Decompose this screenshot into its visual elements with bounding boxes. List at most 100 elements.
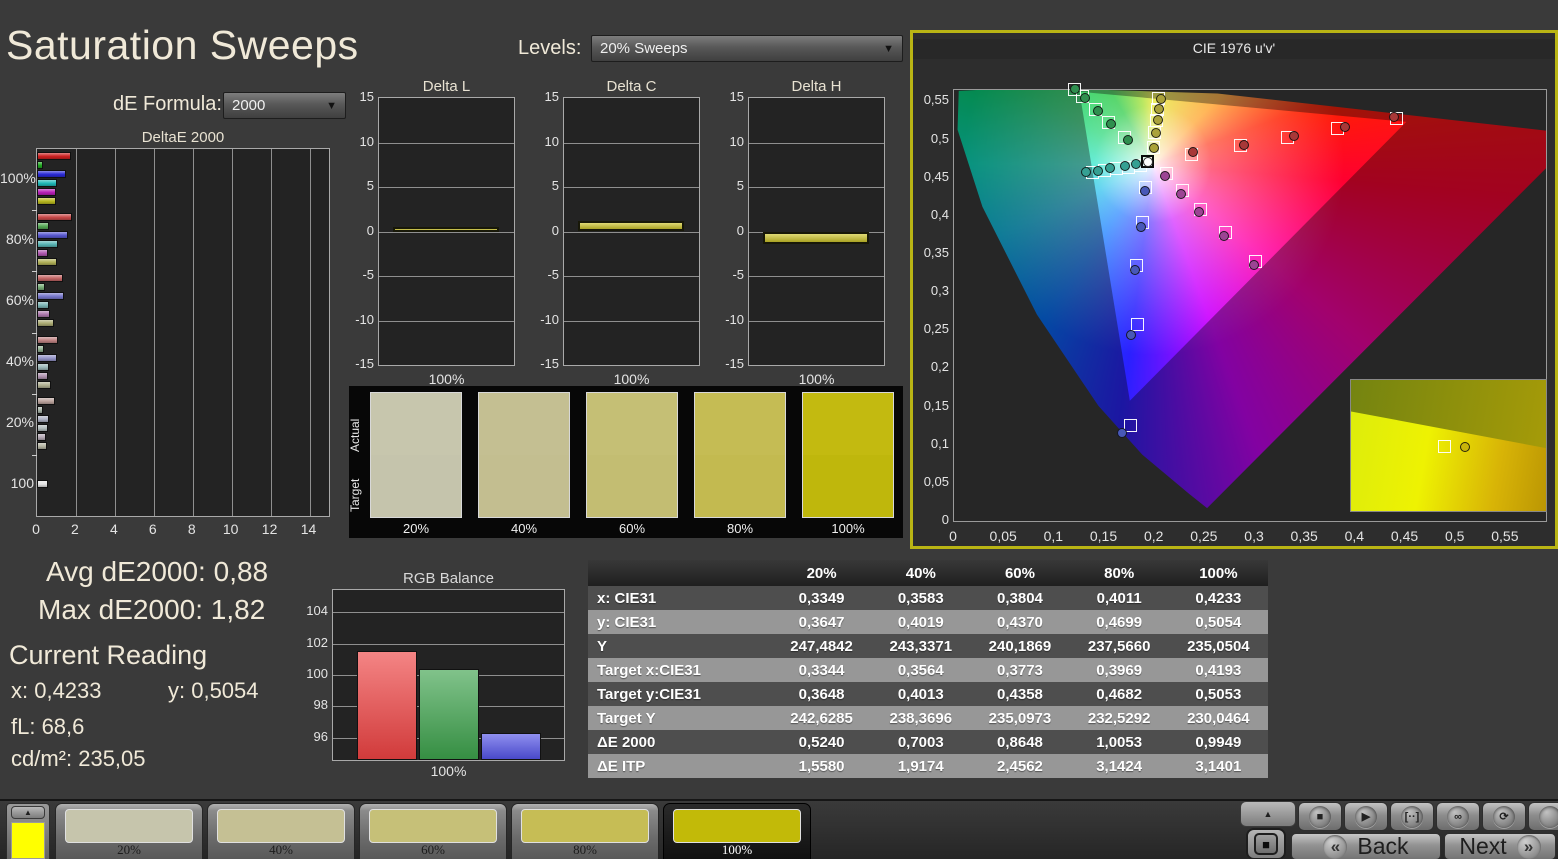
deltae-bar-blue (37, 414, 49, 423)
cie-y-tick-label: 0,1 (930, 435, 949, 451)
table-value-cell: 0,3773 (970, 658, 1070, 682)
table-value-cell: 0,7003 (871, 730, 971, 754)
target-row-label: Target (348, 478, 362, 512)
group-label: 80% (5, 230, 34, 247)
loop-button[interactable]: ⟳ (1482, 802, 1526, 831)
deltae-bar-blue (37, 353, 58, 362)
y-tick-label: -10 (725, 311, 744, 327)
y-tick-label: 15 (359, 89, 374, 104)
table-row-label: Target Y (588, 706, 772, 730)
cie-measured-marker-blue (1125, 329, 1136, 340)
gridline (153, 149, 155, 516)
y-tick-label: 0 (736, 222, 744, 238)
next-button[interactable]: Next » (1444, 833, 1556, 859)
cie-measured-marker-magenta (1159, 171, 1170, 182)
cie-y-tick-label: 0,45 (923, 168, 949, 184)
de-formula-dropdown[interactable]: 2000 ▼ (223, 92, 346, 119)
level-button-80%[interactable]: 80% (511, 803, 659, 859)
levels-dropdown[interactable]: 20% Sweeps ▼ (591, 35, 903, 62)
collapse-up-button[interactable]: ▲ (11, 806, 45, 819)
gridline (379, 142, 514, 144)
cie-measured-marker-blue (1129, 265, 1140, 276)
back-button-label: Back (1357, 833, 1409, 859)
cie-x-tick-label: 0 (949, 528, 957, 544)
table-value-cell: 237,5660 (1069, 634, 1169, 658)
table-value-cell: 1,0053 (1069, 730, 1169, 754)
level-button-label: 100% (721, 842, 753, 857)
up-arrow-icon: ▲ (1263, 809, 1273, 819)
delta-chart-plot (563, 97, 700, 366)
level-button-100%[interactable]: 100% (663, 803, 811, 859)
y-tick-label: 0 (366, 222, 374, 238)
y-tick-label: 15 (729, 89, 744, 104)
table-value-cell: 0,3804 (970, 586, 1070, 610)
big-stop-button[interactable]: ■ (1246, 828, 1286, 859)
next-arrow-icon: » (1516, 834, 1541, 859)
cie-x-tick-label: 0,55 (1491, 528, 1519, 544)
play-button[interactable]: ▶ (1344, 802, 1388, 831)
deltae-bar-red (37, 335, 59, 344)
de-formula-value: 2000 (232, 97, 266, 114)
gridline (564, 320, 699, 322)
delta-chart-title: Delta C (606, 78, 657, 95)
deltae-bar-cyan (37, 423, 49, 432)
cie-x-tick-label: 0,45 (1390, 528, 1419, 544)
calibration-app-screen: Saturation Sweeps dE Formula: 2000 ▼ Lev… (0, 0, 1558, 859)
cie-y-tick-label: 0,05 (923, 473, 949, 489)
panel-up-button[interactable]: ▲ (1240, 801, 1296, 827)
table-header-cell (588, 560, 772, 586)
level-swatch (521, 809, 649, 843)
rgb-y-tick-label: 100 (306, 666, 328, 681)
level-button-20%[interactable]: 20% (55, 803, 203, 859)
table-value-cell: 0,3583 (871, 586, 971, 610)
table-value-cell: 238,3696 (871, 706, 971, 730)
single-measure-button[interactable]: [··] (1390, 802, 1434, 831)
current-fl-value: fL: 68,6 (11, 714, 85, 739)
table-value-cell: 230,0464 (1168, 706, 1268, 730)
y-tick-label: -5 (362, 267, 374, 282)
deltae-bar-cyan (37, 179, 58, 188)
x-tick-label: 12 (261, 521, 278, 537)
cie-x-tick-label: 0,5 (1444, 528, 1465, 544)
cie-y-tick-label: 0,35 (923, 245, 949, 260)
delta-x-label: 100% (613, 371, 650, 387)
table-value-cell: 0,4370 (970, 610, 1070, 634)
y-tick-label: -5 (732, 267, 744, 282)
table-value-cell: 247,4842 (772, 634, 872, 658)
extra-button[interactable] (1528, 802, 1558, 831)
cie-measured-marker-magenta (1193, 207, 1204, 218)
deltae-bar-yellow (37, 258, 57, 267)
deltae-bar-green (37, 344, 45, 353)
rgb-balance-title: RGB Balance (403, 570, 494, 587)
deltae-bar-cyan (37, 362, 49, 371)
current-cdm2-value: cd/m²: 235,05 (11, 746, 146, 771)
color-swatch (802, 392, 894, 518)
rgb-y-tick-label: 96 (313, 728, 328, 744)
table-value-cell: 0,5240 (772, 730, 872, 754)
stop-icon: ■ (1309, 805, 1331, 828)
cie-zoom-inset (1350, 379, 1547, 512)
back-button[interactable]: « Back (1291, 833, 1441, 859)
level-button-40%[interactable]: 40% (207, 803, 355, 859)
current-reading-title: Current Reading (9, 640, 208, 670)
gridline (749, 320, 884, 322)
stop-button[interactable]: ■ (1298, 802, 1342, 831)
continuous-button[interactable]: ∞ (1436, 802, 1480, 831)
gridline (564, 142, 699, 144)
gridline (749, 187, 884, 188)
gridline (564, 187, 699, 188)
level-button-60%[interactable]: 60% (359, 803, 507, 859)
color-swatch (370, 392, 462, 518)
table-value-cell: 0,3647 (772, 610, 872, 634)
table-value-cell: 0,4193 (1168, 658, 1268, 682)
delta-bar (763, 231, 869, 244)
group-label: 100 (10, 475, 34, 492)
cie-measured-marker-red (1238, 139, 1249, 150)
table-row: ΔE 2000 0,5240 0,7003 0,8648 1,0053 0,9949 (588, 730, 1268, 754)
avg-de2000-value: Avg dE2000: 0,88 (46, 556, 269, 587)
cie-x-tick-label: 0,3 (1244, 528, 1264, 544)
swatch-label: 100% (831, 521, 865, 536)
swatch-column: 20% (370, 392, 462, 536)
x-tick-label: 0 (32, 521, 40, 537)
table-row-label: Y (588, 634, 772, 658)
